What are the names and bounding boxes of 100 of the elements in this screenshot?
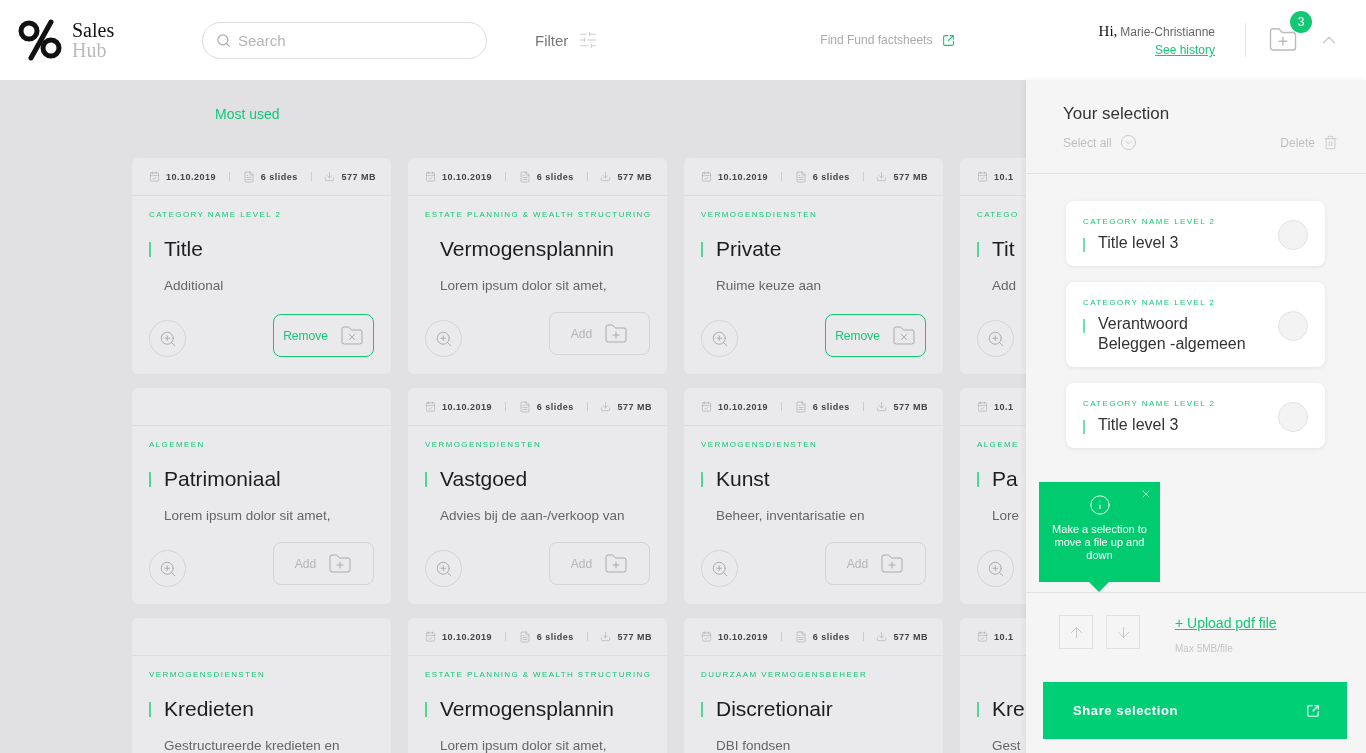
document-icon bbox=[242, 170, 255, 183]
card-title: Title bbox=[164, 237, 203, 261]
category-label: VERMOGENSDIENSTEN bbox=[701, 440, 819, 450]
folder-remove-icon bbox=[339, 323, 364, 348]
category-label: VERMOGENSDIENSTEN bbox=[425, 440, 543, 450]
category-label: CATEGORY NAME LEVEL 2 bbox=[1083, 399, 1216, 408]
calendar-icon bbox=[425, 401, 436, 412]
document-icon bbox=[518, 400, 531, 413]
item-title: Verantwoord Beleggen -algemeen bbox=[1098, 314, 1247, 354]
search-field[interactable]: Search bbox=[202, 21, 487, 59]
card-description: Lore bbox=[992, 508, 1021, 523]
close-icon bbox=[1140, 488, 1152, 500]
meta-text: 577 MB bbox=[617, 171, 652, 182]
download-icon bbox=[876, 401, 888, 412]
download-icon bbox=[876, 631, 888, 642]
move-down-button[interactable] bbox=[1106, 615, 1140, 649]
upload-link[interactable]: + Upload pdf file bbox=[1175, 615, 1277, 631]
radio-button[interactable] bbox=[1278, 402, 1308, 432]
zoom-icon bbox=[986, 329, 1005, 348]
tooltip-text: Make a selection to move a file up and down bbox=[1051, 523, 1148, 562]
logo-icon bbox=[18, 19, 64, 61]
close-button[interactable] bbox=[1140, 488, 1152, 500]
item-title: Title level 3 bbox=[1098, 233, 1179, 253]
zoom-icon bbox=[710, 559, 729, 578]
filter-icon bbox=[578, 30, 599, 50]
chevron-circle-icon bbox=[1119, 134, 1137, 151]
share-button[interactable]: Share selection bbox=[1043, 682, 1347, 739]
meta-text: 10.10.2019 bbox=[718, 631, 769, 642]
meta-text: 10.1 bbox=[994, 631, 1014, 642]
selection-item[interactable]: CATEGORY NAME LEVEL 2 Title level 3 bbox=[1066, 383, 1325, 448]
search-icon bbox=[216, 32, 231, 48]
category-label: DUURZAAM VERMOGENSBEHEER bbox=[701, 670, 869, 680]
meta-text: 10.10.2019 bbox=[442, 401, 493, 412]
move-up-button[interactable] bbox=[1059, 615, 1093, 649]
folder-add-icon bbox=[880, 551, 905, 576]
category-label: VERMOGENSDIENSTEN bbox=[701, 210, 819, 220]
meta-text: 6 slides bbox=[536, 631, 574, 642]
document-icon bbox=[794, 400, 807, 413]
card-description: Gest bbox=[992, 738, 1022, 753]
external-link-icon bbox=[942, 33, 956, 47]
card-description: Add bbox=[992, 278, 1018, 293]
history-link[interactable]: See history bbox=[1154, 43, 1215, 57]
radio-button[interactable] bbox=[1278, 311, 1308, 341]
zoom-icon bbox=[158, 329, 177, 348]
meta-text: 10.10.2019 bbox=[718, 171, 769, 182]
meta-text: 10.10.2019 bbox=[166, 171, 217, 182]
external-link-icon bbox=[1306, 703, 1320, 718]
card-title: Kre bbox=[992, 697, 1025, 721]
card-description: Ruime keuze aan bbox=[716, 278, 823, 293]
calendar-icon bbox=[425, 171, 436, 182]
zoom-icon bbox=[434, 329, 453, 348]
radio-button[interactable] bbox=[1278, 220, 1308, 250]
meta-text: 6 slides bbox=[536, 401, 574, 412]
selection-folder-button[interactable]: 3 bbox=[1268, 11, 1312, 55]
category-label: VERMOGENSDIENSTEN bbox=[149, 670, 267, 680]
panel-title: Your selection bbox=[1063, 104, 1171, 124]
folder-remove-icon bbox=[891, 323, 916, 348]
remove-button[interactable]: Remove bbox=[825, 314, 926, 357]
calendar-icon bbox=[977, 171, 988, 182]
card-title: Patrimoniaal bbox=[164, 467, 281, 491]
selection-item[interactable]: CATEGORY NAME LEVEL 2 Verantwoord Beleggen -algemeen bbox=[1066, 282, 1325, 367]
greeting-text: Hi, bbox=[1098, 23, 1118, 40]
logo-text: Sales bbox=[72, 20, 115, 40]
meta-text: 10.1 bbox=[994, 401, 1014, 412]
card-description: Lorem ipsum dolor sit amet, bbox=[440, 278, 608, 293]
calendar-icon bbox=[149, 171, 160, 182]
download-icon bbox=[324, 171, 336, 182]
category-label: CATEGORY NAME LEVEL 2 bbox=[1083, 217, 1216, 226]
document-icon bbox=[794, 170, 807, 183]
card-title: Tit bbox=[992, 237, 1015, 261]
selection-item[interactable]: CATEGORY NAME LEVEL 2 Title level 3 bbox=[1066, 201, 1325, 266]
category-label: CATEGORY NAME LEVEL 2 bbox=[149, 210, 283, 220]
factsheets-link[interactable]: Find Fund factsheets bbox=[820, 33, 956, 47]
calendar-icon bbox=[425, 631, 436, 642]
card-title: Vastgoed bbox=[440, 467, 528, 491]
category-label: ALGEME bbox=[977, 440, 1020, 450]
meta-text: 577 MB bbox=[341, 171, 376, 182]
filter-button[interactable]: Filter bbox=[535, 30, 599, 50]
meta-text: 10.10.2019 bbox=[442, 631, 493, 642]
meta-text: 577 MB bbox=[893, 401, 928, 412]
document-icon bbox=[518, 630, 531, 643]
remove-button[interactable]: Remove bbox=[273, 314, 374, 357]
folder-add-icon bbox=[604, 321, 629, 346]
category-label: ESTATE PLANNING & WEALTH STRUCTURING bbox=[425, 210, 653, 220]
info-icon bbox=[1088, 494, 1111, 516]
category-label: ALGEMEEN bbox=[149, 440, 206, 450]
zoom-icon bbox=[434, 559, 453, 578]
folder-add-icon bbox=[604, 551, 629, 576]
download-icon bbox=[876, 171, 888, 182]
meta-text: 6 slides bbox=[536, 171, 574, 182]
zoom-icon bbox=[986, 559, 1005, 578]
download-icon bbox=[600, 401, 612, 412]
zoom-icon bbox=[158, 559, 177, 578]
trash-icon bbox=[1323, 135, 1338, 150]
card-description: DBI fondsen bbox=[716, 738, 792, 753]
calendar-icon bbox=[701, 401, 712, 412]
meta-text: 6 slides bbox=[812, 171, 850, 182]
folder-add-icon bbox=[328, 551, 353, 576]
meta-text: 6 slides bbox=[812, 401, 850, 412]
calendar-icon bbox=[977, 401, 988, 412]
